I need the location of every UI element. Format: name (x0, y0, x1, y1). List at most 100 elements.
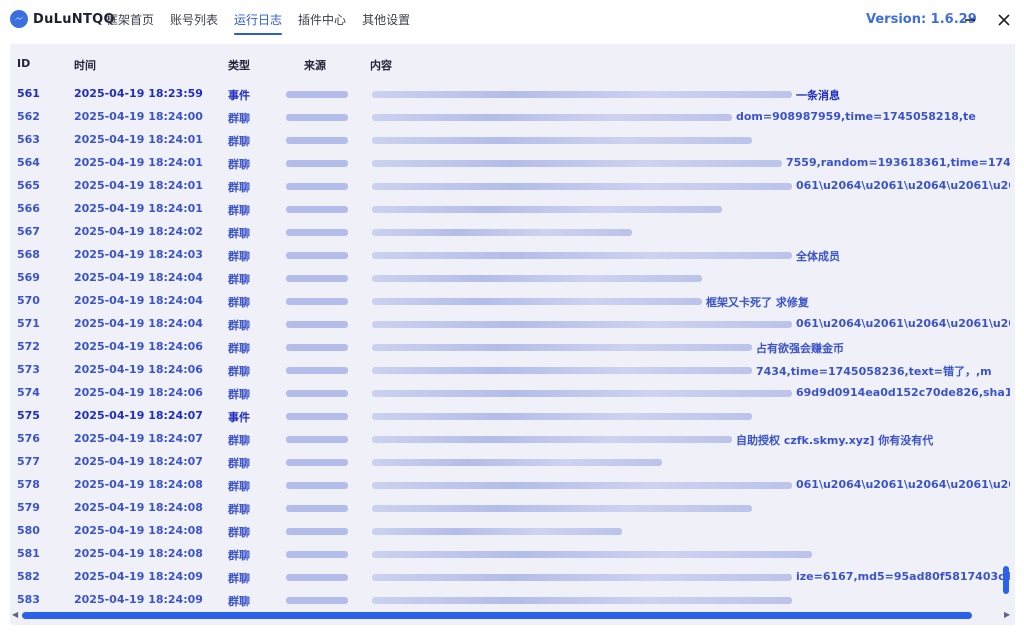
log-type: 事件 (228, 411, 250, 424)
redacted-source (286, 528, 348, 535)
log-time: 2025-04-19 18:24:07 (74, 432, 203, 445)
log-row[interactable]: 578 2025-04-19 18:24:08 群聊 061\u2064\u2061\… (10, 473, 1015, 496)
vertical-scrollbar[interactable] (1003, 566, 1009, 594)
log-id: 579 (17, 501, 40, 514)
log-type: 群聊 (228, 457, 250, 470)
log-type: 群聊 (228, 572, 250, 585)
scroll-left-icon[interactable]: ◀ (12, 610, 18, 619)
log-time: 2025-04-19 18:24:09 (74, 570, 203, 583)
nav-tab-2[interactable]: 运行日志 (234, 0, 283, 40)
redacted-source (286, 390, 348, 397)
log-row[interactable]: 571 2025-04-19 18:24:04 群聊 061\u2064\u2061\… (10, 312, 1015, 335)
log-row[interactable]: 582 2025-04-19 18:24:09 群聊 ize=6167,md5=95a… (10, 565, 1015, 588)
redacted-source (286, 413, 348, 420)
log-row[interactable]: 570 2025-04-19 18:24:04 群聊 框架又卡死了 求修复 (10, 289, 1015, 312)
log-row[interactable]: 574 2025-04-19 18:24:06 群聊 69d9d0914ea0d152… (10, 381, 1015, 404)
redacted-source (286, 229, 348, 236)
log-time: 2025-04-19 18:24:08 (74, 501, 203, 514)
redacted-content (372, 344, 752, 351)
log-row[interactable]: 567 2025-04-19 18:24:02 群聊 (10, 220, 1015, 243)
log-row[interactable]: 576 2025-04-19 18:24:07 群聊 自助授权 czfk.skmy.x… (10, 427, 1015, 450)
log-id: 561 (17, 87, 40, 100)
log-type: 群聊 (228, 112, 250, 125)
log-content: 7434,time=1745058236,text=错了，,m (756, 365, 992, 378)
log-id: 569 (17, 271, 40, 284)
redacted-source (286, 321, 348, 328)
log-content: 全体成员 (796, 250, 840, 263)
redacted-content (372, 321, 792, 328)
log-time: 2025-04-19 18:24:01 (74, 156, 203, 169)
log-row[interactable]: 575 2025-04-19 18:24:07 事件 (10, 404, 1015, 427)
log-id: 580 (17, 524, 40, 537)
log-content: 框架又卡死了 求修复 (706, 296, 809, 309)
log-id: 570 (17, 294, 40, 307)
log-type: 群聊 (228, 273, 250, 286)
log-content: 占有欲强会赚金币 (756, 342, 844, 355)
horizontal-scrollbar[interactable] (22, 612, 972, 619)
redacted-source (286, 298, 348, 305)
col-id: ID (17, 57, 31, 70)
log-row[interactable]: 583 2025-04-19 18:24:09 群聊 (10, 588, 1015, 611)
minimize-button[interactable] (960, 10, 980, 30)
log-row[interactable]: 566 2025-04-19 18:24:01 群聊 (10, 197, 1015, 220)
log-id: 566 (17, 202, 40, 215)
redacted-source (286, 551, 348, 558)
log-type: 群聊 (228, 158, 250, 171)
log-row[interactable]: 565 2025-04-19 18:24:01 群聊 061\u2064\u2061\… (10, 174, 1015, 197)
log-time: 2025-04-19 18:24:02 (74, 225, 203, 238)
log-type: 事件 (228, 89, 250, 102)
redacted-content (372, 275, 702, 282)
log-id: 582 (17, 570, 40, 583)
log-type: 群聊 (228, 503, 250, 516)
redacted-content (372, 229, 632, 236)
redacted-source (286, 275, 348, 282)
scroll-right-icon[interactable]: ▶ (1004, 610, 1010, 619)
nav-tab-1[interactable]: 账号列表 (170, 0, 218, 40)
redacted-source (286, 367, 348, 374)
log-id: 583 (17, 593, 40, 606)
log-id: 572 (17, 340, 40, 353)
redacted-content (372, 459, 662, 466)
log-type: 群聊 (228, 135, 250, 148)
nav-tab-0[interactable]: 框架首页 (106, 0, 154, 40)
log-row[interactable]: 580 2025-04-19 18:24:08 群聊 (10, 519, 1015, 542)
log-time: 2025-04-19 18:24:08 (74, 478, 203, 491)
log-row[interactable]: 561 2025-04-19 18:23:59 事件 一条消息 (10, 82, 1015, 105)
redacted-content (372, 528, 622, 535)
redacted-source (286, 505, 348, 512)
close-button[interactable] (994, 10, 1014, 30)
app-logo: DuLuNTQQ (10, 10, 115, 28)
log-id: 571 (17, 317, 40, 330)
log-row[interactable]: 563 2025-04-19 18:24:01 群聊 (10, 128, 1015, 151)
log-row[interactable]: 569 2025-04-19 18:24:04 群聊 (10, 266, 1015, 289)
table-header: ID 时间 类型 来源 内容 (10, 44, 1015, 82)
log-row[interactable]: 577 2025-04-19 18:24:07 群聊 (10, 450, 1015, 473)
log-row[interactable]: 572 2025-04-19 18:24:06 群聊 占有欲强会赚金币 (10, 335, 1015, 358)
log-time: 2025-04-19 18:24:00 (74, 110, 203, 123)
log-panel: ID 时间 类型 来源 内容 561 2025-04-19 18:23:59 事件 一… (10, 44, 1015, 625)
redacted-source (286, 160, 348, 167)
log-row[interactable]: 573 2025-04-19 18:24:06 群聊 7434,time=174505… (10, 358, 1015, 381)
log-content: 061\u2064\u2061\u2064\u2061\u20 (796, 317, 1010, 330)
redacted-source (286, 91, 348, 98)
log-row[interactable]: 568 2025-04-19 18:24:03 群聊 全体成员 (10, 243, 1015, 266)
redacted-source (286, 574, 348, 581)
log-type: 群聊 (228, 388, 250, 401)
log-row[interactable]: 564 2025-04-19 18:24:01 群聊 7559,random=1936… (10, 151, 1015, 174)
log-id: 577 (17, 455, 40, 468)
log-time: 2025-04-19 18:24:09 (74, 593, 203, 606)
col-type: 类型 (228, 59, 250, 72)
col-source: 来源 (304, 59, 326, 72)
redacted-content (372, 114, 732, 121)
log-type: 群聊 (228, 526, 250, 539)
nav-tab-3[interactable]: 插件中心 (298, 0, 346, 40)
log-time: 2025-04-19 18:24:03 (74, 248, 203, 261)
nav-tab-4[interactable]: 其他设置 (362, 0, 410, 40)
log-row[interactable]: 562 2025-04-19 18:24:00 群聊 dom=908987959,ti… (10, 105, 1015, 128)
log-row[interactable]: 581 2025-04-19 18:24:08 群聊 (10, 542, 1015, 565)
log-row[interactable]: 579 2025-04-19 18:24:08 群聊 (10, 496, 1015, 519)
redacted-source (286, 482, 348, 489)
log-type: 群聊 (228, 342, 250, 355)
log-type: 群聊 (228, 365, 250, 378)
log-id: 565 (17, 179, 40, 192)
